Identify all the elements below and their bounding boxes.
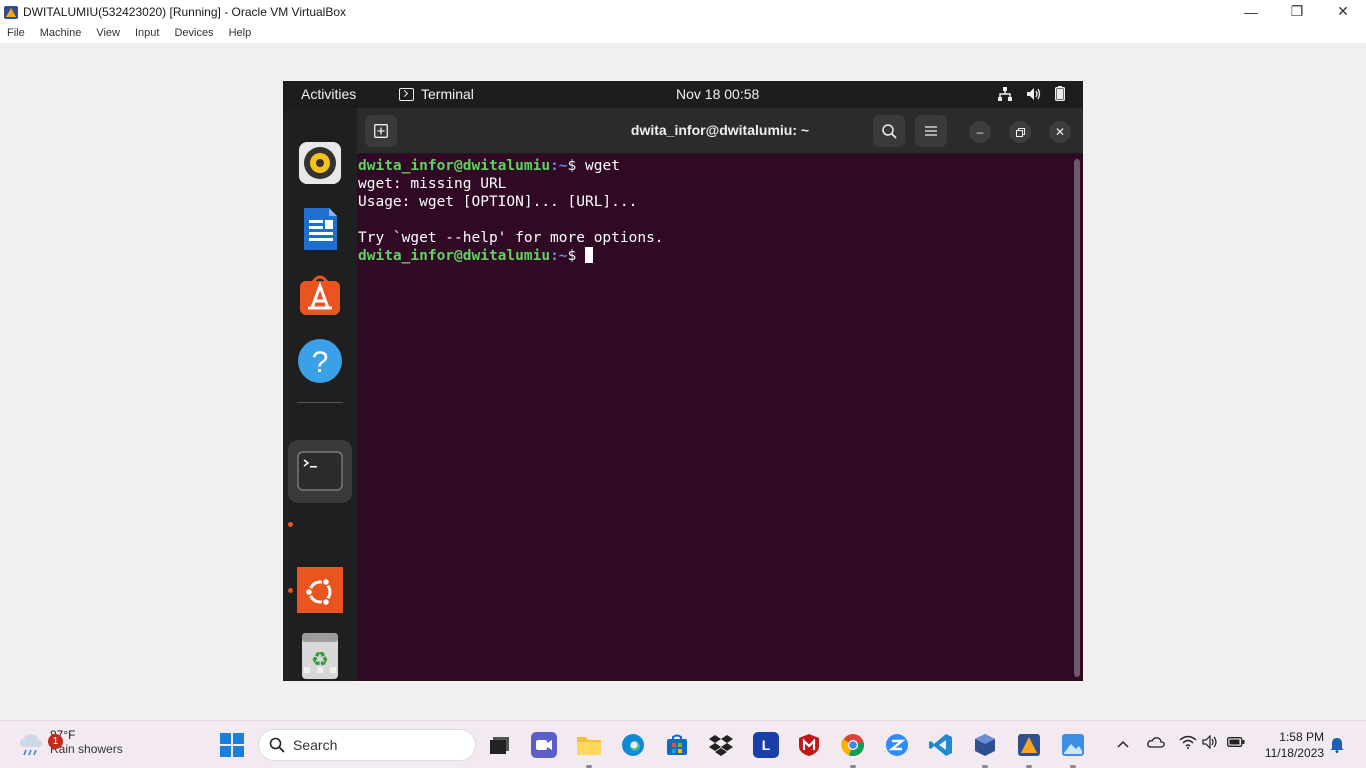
libreoffice-writer-icon[interactable] <box>297 206 343 252</box>
terminal-icon[interactable] <box>297 448 343 494</box>
text-cursor <box>585 247 593 263</box>
hamburger-menu-button[interactable] <box>915 115 947 147</box>
clock-time: 1:58 PM <box>1279 730 1324 744</box>
app-grid-icon[interactable] <box>297 664 343 681</box>
prompt-path: :~ <box>550 248 568 264</box>
guest-screen[interactable]: Activities Terminal Nov 18 00:58 ? ♻ dwi… <box>283 81 1083 681</box>
window-title: DWITALUMIU(532423020) [Running] - Oracle… <box>23 4 347 19</box>
microsoft-store-icon[interactable] <box>664 732 690 758</box>
weather-badge: 1 <box>48 734 63 749</box>
task-view-icon[interactable] <box>487 732 513 758</box>
notification-bell-icon[interactable] <box>1330 737 1344 756</box>
prompt-path: :~ <box>550 158 568 174</box>
ubuntu-software-icon[interactable] <box>297 272 343 318</box>
virtualbox-titlebar: DWITALUMIU(532423020) [Running] - Oracle… <box>0 0 1366 23</box>
command-text: wget <box>585 158 620 174</box>
virtualbox-icon[interactable] <box>972 732 998 758</box>
dock-separator <box>297 402 343 403</box>
prompt-symbol: $ <box>567 248 585 264</box>
terminal-headerbar: dwita_infor@dwitalumiu: ~ – ✕ <box>357 108 1083 154</box>
virtualbox-app-icon <box>3 4 19 20</box>
l-app-icon[interactable]: L <box>753 732 779 758</box>
gnome-top-bar: Activities Terminal Nov 18 00:58 <box>283 81 1083 108</box>
vscode-icon[interactable] <box>928 732 954 758</box>
ubuntu-icon[interactable] <box>297 567 343 613</box>
prompt-user: dwita_infor@dwitalumiu <box>358 158 551 174</box>
terminal-scrollbar[interactable] <box>1074 159 1080 677</box>
close-button[interactable]: ✕ <box>1320 0 1366 23</box>
rhythmbox-icon[interactable] <box>297 140 343 186</box>
volume-icon[interactable] <box>1026 87 1041 104</box>
windows-start-icon[interactable] <box>220 733 244 757</box>
battery-icon[interactable] <box>1054 86 1066 104</box>
svg-text:?: ? <box>312 346 329 379</box>
restore-button[interactable]: ❐ <box>1274 0 1320 23</box>
running-indicator <box>288 588 293 593</box>
menu-machine[interactable]: Machine <box>40 27 82 39</box>
search-icon <box>269 737 285 753</box>
taskbar-clock[interactable]: 1:58 PM 11/18/2023 <box>1265 729 1324 761</box>
menu-view[interactable]: View <box>96 27 120 39</box>
battery-tray-icon[interactable] <box>1227 735 1245 751</box>
menu-file[interactable]: File <box>7 27 25 39</box>
minimize-window-button[interactable]: – <box>969 121 991 143</box>
maximize-window-button[interactable] <box>1009 121 1031 143</box>
teams-meet-icon[interactable] <box>531 732 557 758</box>
gnome-clock[interactable]: Nov 18 00:58 <box>676 86 759 102</box>
app-menu-terminal[interactable]: Terminal <box>399 86 474 102</box>
vm-instance-icon[interactable] <box>1016 732 1042 758</box>
file-explorer-icon[interactable] <box>576 732 602 758</box>
running-indicator <box>288 522 293 527</box>
prompt-symbol: $ <box>567 158 585 174</box>
virtualbox-menubar: File Machine View Input Devices Help <box>0 23 1366 43</box>
wifi-icon[interactable] <box>1179 735 1197 752</box>
help-icon[interactable]: ? <box>297 338 343 384</box>
terminal-small-icon <box>399 87 414 101</box>
terminal-output[interactable]: dwita_infor@dwitalumiu:~$ wget wget: miss… <box>358 157 1070 677</box>
output-line: Usage: wget [OPTION]... [URL]... <box>358 194 638 210</box>
app-name: Terminal <box>421 86 474 102</box>
menu-help[interactable]: Help <box>229 27 252 39</box>
edge-icon[interactable] <box>620 732 646 758</box>
prompt-user: dwita_infor@dwitalumiu <box>358 248 551 264</box>
onedrive-cloud-icon[interactable] <box>1147 735 1165 751</box>
weather-widget[interactable]: 1 87°F Rain showers <box>18 728 123 756</box>
mcafee-icon[interactable] <box>796 732 822 758</box>
output-line: Try `wget --help' for more options. <box>358 230 664 246</box>
windows-taskbar: 1 87°F Rain showers Search L 1:58 PM 11/… <box>0 720 1366 768</box>
dropbox-icon[interactable] <box>708 732 734 758</box>
system-tray[interactable] <box>998 86 1066 104</box>
terminal-window[interactable]: dwita_infor@dwitalumiu: ~ – ✕ dwita_info… <box>357 108 1083 681</box>
menu-input[interactable]: Input <box>135 27 159 39</box>
photos-app-icon[interactable] <box>1060 732 1086 758</box>
chrome-icon[interactable] <box>840 732 866 758</box>
prompt-line: dwita_infor@dwitalumiu:~$ wget <box>358 157 1070 175</box>
close-window-button[interactable]: ✕ <box>1049 121 1071 143</box>
search-placeholder: Search <box>293 737 338 753</box>
minimize-button[interactable]: — <box>1228 0 1274 23</box>
clock-date: 11/18/2023 <box>1264 746 1324 760</box>
menu-devices[interactable]: Devices <box>174 27 213 39</box>
activities-button[interactable]: Activities <box>301 86 356 102</box>
zoom-icon[interactable] <box>884 732 910 758</box>
ubuntu-dock: ? ♻ <box>283 108 357 681</box>
chevron-up-icon[interactable] <box>1117 735 1129 751</box>
taskbar-search[interactable]: Search <box>258 729 476 761</box>
speaker-icon[interactable] <box>1202 734 1220 752</box>
output-line: wget: missing URL <box>358 176 507 192</box>
network-icon[interactable] <box>998 86 1012 104</box>
prompt-line: dwita_infor@dwitalumiu:~$ <box>358 247 1070 265</box>
rain-cloud-icon <box>18 731 44 756</box>
search-button[interactable] <box>873 115 905 147</box>
